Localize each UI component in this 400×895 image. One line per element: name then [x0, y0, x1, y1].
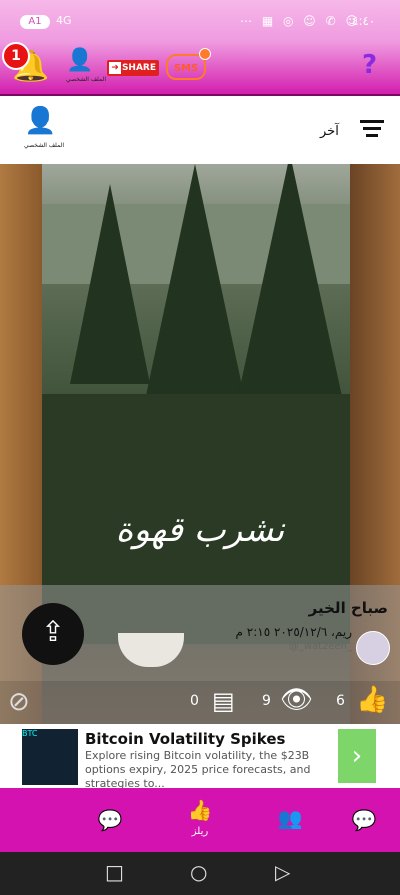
system-nav: □ ○ ▷ [0, 852, 400, 895]
share-arrow-icon: ➜ [109, 62, 121, 74]
messages-icon[interactable]: 💬 [350, 808, 378, 832]
reels-label[interactable]: ريلز [176, 826, 224, 837]
block-icon[interactable]: ⊘ [8, 687, 30, 717]
upload-button[interactable]: ⇪ [22, 603, 84, 665]
profile-caption: الملف الشخصي [24, 142, 64, 149]
network-pill: A1 [20, 15, 50, 29]
profile-edit-icon[interactable]: 👤 [66, 48, 93, 73]
chat-icon[interactable]: 💬 [96, 808, 124, 832]
ad-chevron-icon[interactable]: › [338, 729, 376, 783]
back-icon[interactable]: ▷ [275, 860, 290, 884]
ad-image: BTC [22, 729, 78, 785]
eye-icon[interactable]: 👁 [280, 685, 313, 715]
app-header: 🔔 1 👤 الملف الشخصي ➜ SHARE SMS ? [0, 42, 400, 97]
other-label[interactable]: آخر [320, 124, 339, 139]
views-count: 9 [262, 693, 271, 709]
post-date: ريم، ٢٠٢٥/١٢/٦ ٢:١٥ م [235, 625, 352, 639]
sms-dot-icon [199, 48, 211, 60]
image-caption: نشرب قهوة [115, 510, 285, 550]
notification-icons: ⋯ ▦ ◎ ☺ ✆ ☺ [240, 14, 361, 28]
post-title: صباح الخير [308, 599, 388, 617]
post-actions: ⊘ 0 ▤ 9 👁 6 👍 [0, 681, 400, 724]
tree-shape [70, 184, 150, 384]
ad-title[interactable]: Bitcoin Volatility Spikes [85, 730, 285, 748]
comment-icon[interactable]: ▤ [212, 687, 235, 715]
post-info-overlay: ⇪ صباح الخير ريم، ٢٠٢٥/١٢/٦ ٢:١٥ م @_wat… [0, 585, 400, 681]
signal-indicator: 4G [56, 14, 72, 27]
post-handle: @_wat2een_ [288, 641, 352, 652]
status-bar: A1 4G ⋯ ▦ ◎ ☺ ✆ ☺ ٤:٤٠ [0, 0, 400, 42]
likes-count: 6 [336, 693, 345, 709]
recents-icon[interactable]: □ [105, 860, 124, 884]
share-label: SHARE [121, 63, 156, 73]
profile-icon[interactable]: 👤 [24, 106, 56, 136]
thumbs-up-icon[interactable]: 👍 [356, 685, 388, 715]
status-time: ٤:٤٠ [352, 14, 376, 28]
notification-badge: 1 [2, 42, 30, 70]
ad-description: Explore rising Bitcoin volatility, the $… [85, 749, 311, 790]
profile-caption: الملف الشخصي [66, 76, 106, 83]
avatar[interactable] [356, 631, 390, 665]
ad-banner[interactable]: BTC Bitcoin Volatility Spikes Explore ri… [0, 727, 400, 790]
home-icon[interactable]: ○ [190, 860, 207, 884]
help-icon[interactable]: ? [362, 50, 377, 80]
share-button[interactable]: ➜ SHARE [107, 60, 159, 76]
reels-icon[interactable]: 👍 [186, 798, 214, 822]
group-icon[interactable]: 👥 [276, 806, 304, 830]
bottom-nav: 💬 👍 ريلز 👥 💬 [0, 788, 400, 852]
filter-icon[interactable] [360, 120, 384, 141]
comments-count: 0 [190, 693, 199, 709]
coffee-cup [118, 633, 184, 667]
sub-header: 👤 الملف الشخصي آخر [0, 96, 400, 165]
